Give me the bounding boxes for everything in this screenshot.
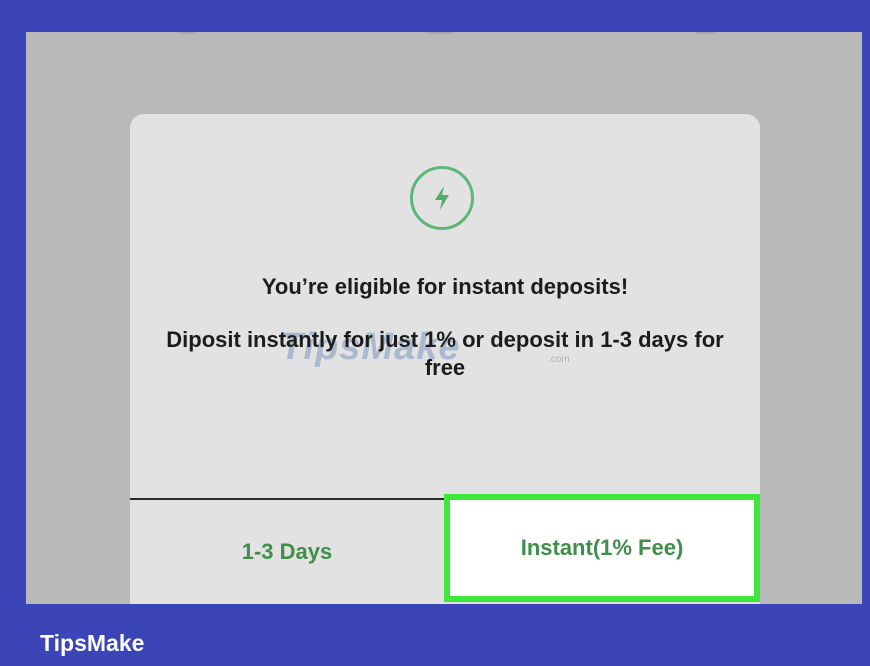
bolt-glyph [435, 186, 449, 210]
screenshot-frame: You’re eligible for instant deposits! Ti… [26, 32, 862, 604]
background-hint [424, 32, 454, 34]
instant-deposit-button[interactable]: Instant(1% Fee) [444, 494, 760, 602]
standard-deposit-button[interactable]: 1-3 Days [130, 500, 444, 604]
footer-bar: TipsMake [0, 604, 870, 666]
instant-deposit-dialog: You’re eligible for instant deposits! Ti… [130, 114, 760, 604]
lightning-bolt-icon [410, 166, 474, 230]
background-app-hints [26, 32, 862, 40]
dialog-message: Diposit instantly for just 1% or deposit… [166, 327, 724, 380]
dialog-title: You’re eligible for instant deposits! [261, 274, 629, 299]
footer-brand: TipsMake [40, 630, 145, 656]
background-hint [176, 32, 196, 34]
background-hint [694, 32, 716, 34]
